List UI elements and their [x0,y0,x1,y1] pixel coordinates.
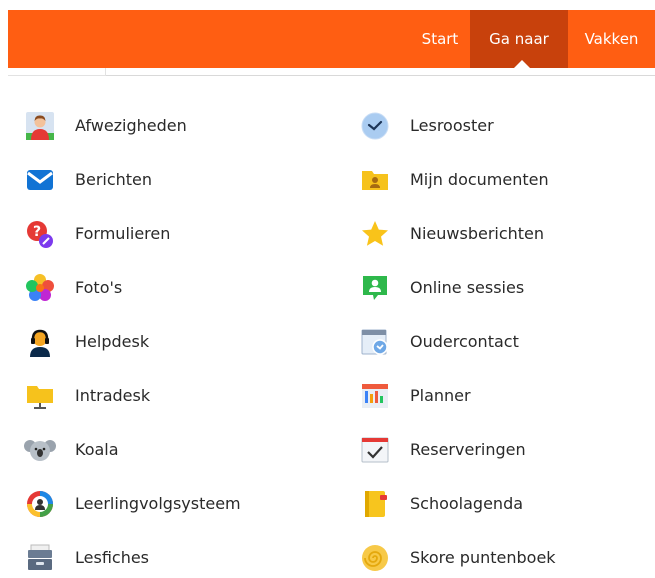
menu-item-label: Afwezigheden [75,116,187,135]
top-navigation-bar: Start Ga naar Vakken [8,10,655,68]
menu-item-planner[interactable]: Planner [358,376,648,416]
student-ring-icon [23,489,57,519]
svg-text:?: ? [33,224,41,240]
menu-item-leerlingvolgsysteem[interactable]: Leerlingvolgsysteem [23,484,323,524]
menu-item-berichten[interactable]: Berichten [23,160,323,200]
menu-item-label: Lesrooster [410,116,494,135]
koala-icon [23,435,57,465]
photos-flower-icon [23,273,57,303]
menu-item-schoolagenda[interactable]: Schoolagenda [358,484,648,524]
star-icon [358,219,392,249]
menu-item-label: Schoolagenda [410,494,524,513]
menu-item-label: Nieuwsberichten [410,224,545,243]
folder-network-icon [23,381,57,411]
calendar-check-icon [358,435,392,465]
menu-item-koala[interactable]: Koala [23,430,323,470]
menu-item-label: Formulieren [75,224,171,243]
menu-item-online-sessies[interactable]: Online sessies [358,268,648,308]
chat-person-icon [358,273,392,303]
menu-item-label: Intradesk [75,386,151,405]
absence-person-icon [23,111,57,141]
question-pencil-icon: ? [23,219,57,249]
menu-item-nieuwsberichten[interactable]: Nieuwsberichten [358,214,648,254]
menu-item-label: Skore puntenboek [410,548,556,567]
menu-item-label: Lesfiches [75,548,150,567]
subbar-left-segment [8,68,106,76]
menu-item-lesfiches[interactable]: Lesfiches [23,538,323,578]
calendar-clock-icon [358,327,392,357]
nav-start[interactable]: Start [410,10,470,68]
menu-item-label: Leerlingvolgsysteem [75,494,241,513]
menu-item-lesrooster[interactable]: Lesrooster [358,106,648,146]
notebook-icon [358,489,392,519]
menu-item-helpdesk[interactable]: Helpdesk [23,322,323,362]
menu-item-label: Koala [75,440,119,459]
menu-item-skore-puntenboek[interactable]: Skore puntenboek [358,538,648,578]
subbar-divider [106,68,655,76]
user-folder-icon [358,165,392,195]
clock-icon [358,111,392,141]
envelope-icon [23,165,57,195]
menu-item-oudercontact[interactable]: Oudercontact [358,322,648,362]
menu-item-mijn-documenten[interactable]: Mijn documenten [358,160,648,200]
menu-item-label: Reserveringen [410,440,526,459]
menu-item-label: Berichten [75,170,153,189]
menu-item-label: Oudercontact [410,332,519,351]
shell-icon [358,543,392,573]
menu-item-label: Helpdesk [75,332,150,351]
menu-item-formulieren[interactable]: ? Formulieren [23,214,323,254]
menu-item-fotos[interactable]: Foto's [23,268,323,308]
menu-item-label: Foto's [75,278,123,297]
menu-item-afwezigheden[interactable]: Afwezigheden [23,106,323,146]
menu-item-label: Mijn documenten [410,170,549,189]
menu-item-label: Online sessies [410,278,525,297]
menu-item-reserveringen[interactable]: Reserveringen [358,430,648,470]
dropdown-caret [507,60,537,75]
archive-box-icon [23,543,57,573]
menu-item-label: Planner [410,386,471,405]
headset-person-icon [23,327,57,357]
planner-board-icon [358,381,392,411]
menu-item-intradesk[interactable]: Intradesk [23,376,323,416]
nav-vakken[interactable]: Vakken [568,10,655,68]
